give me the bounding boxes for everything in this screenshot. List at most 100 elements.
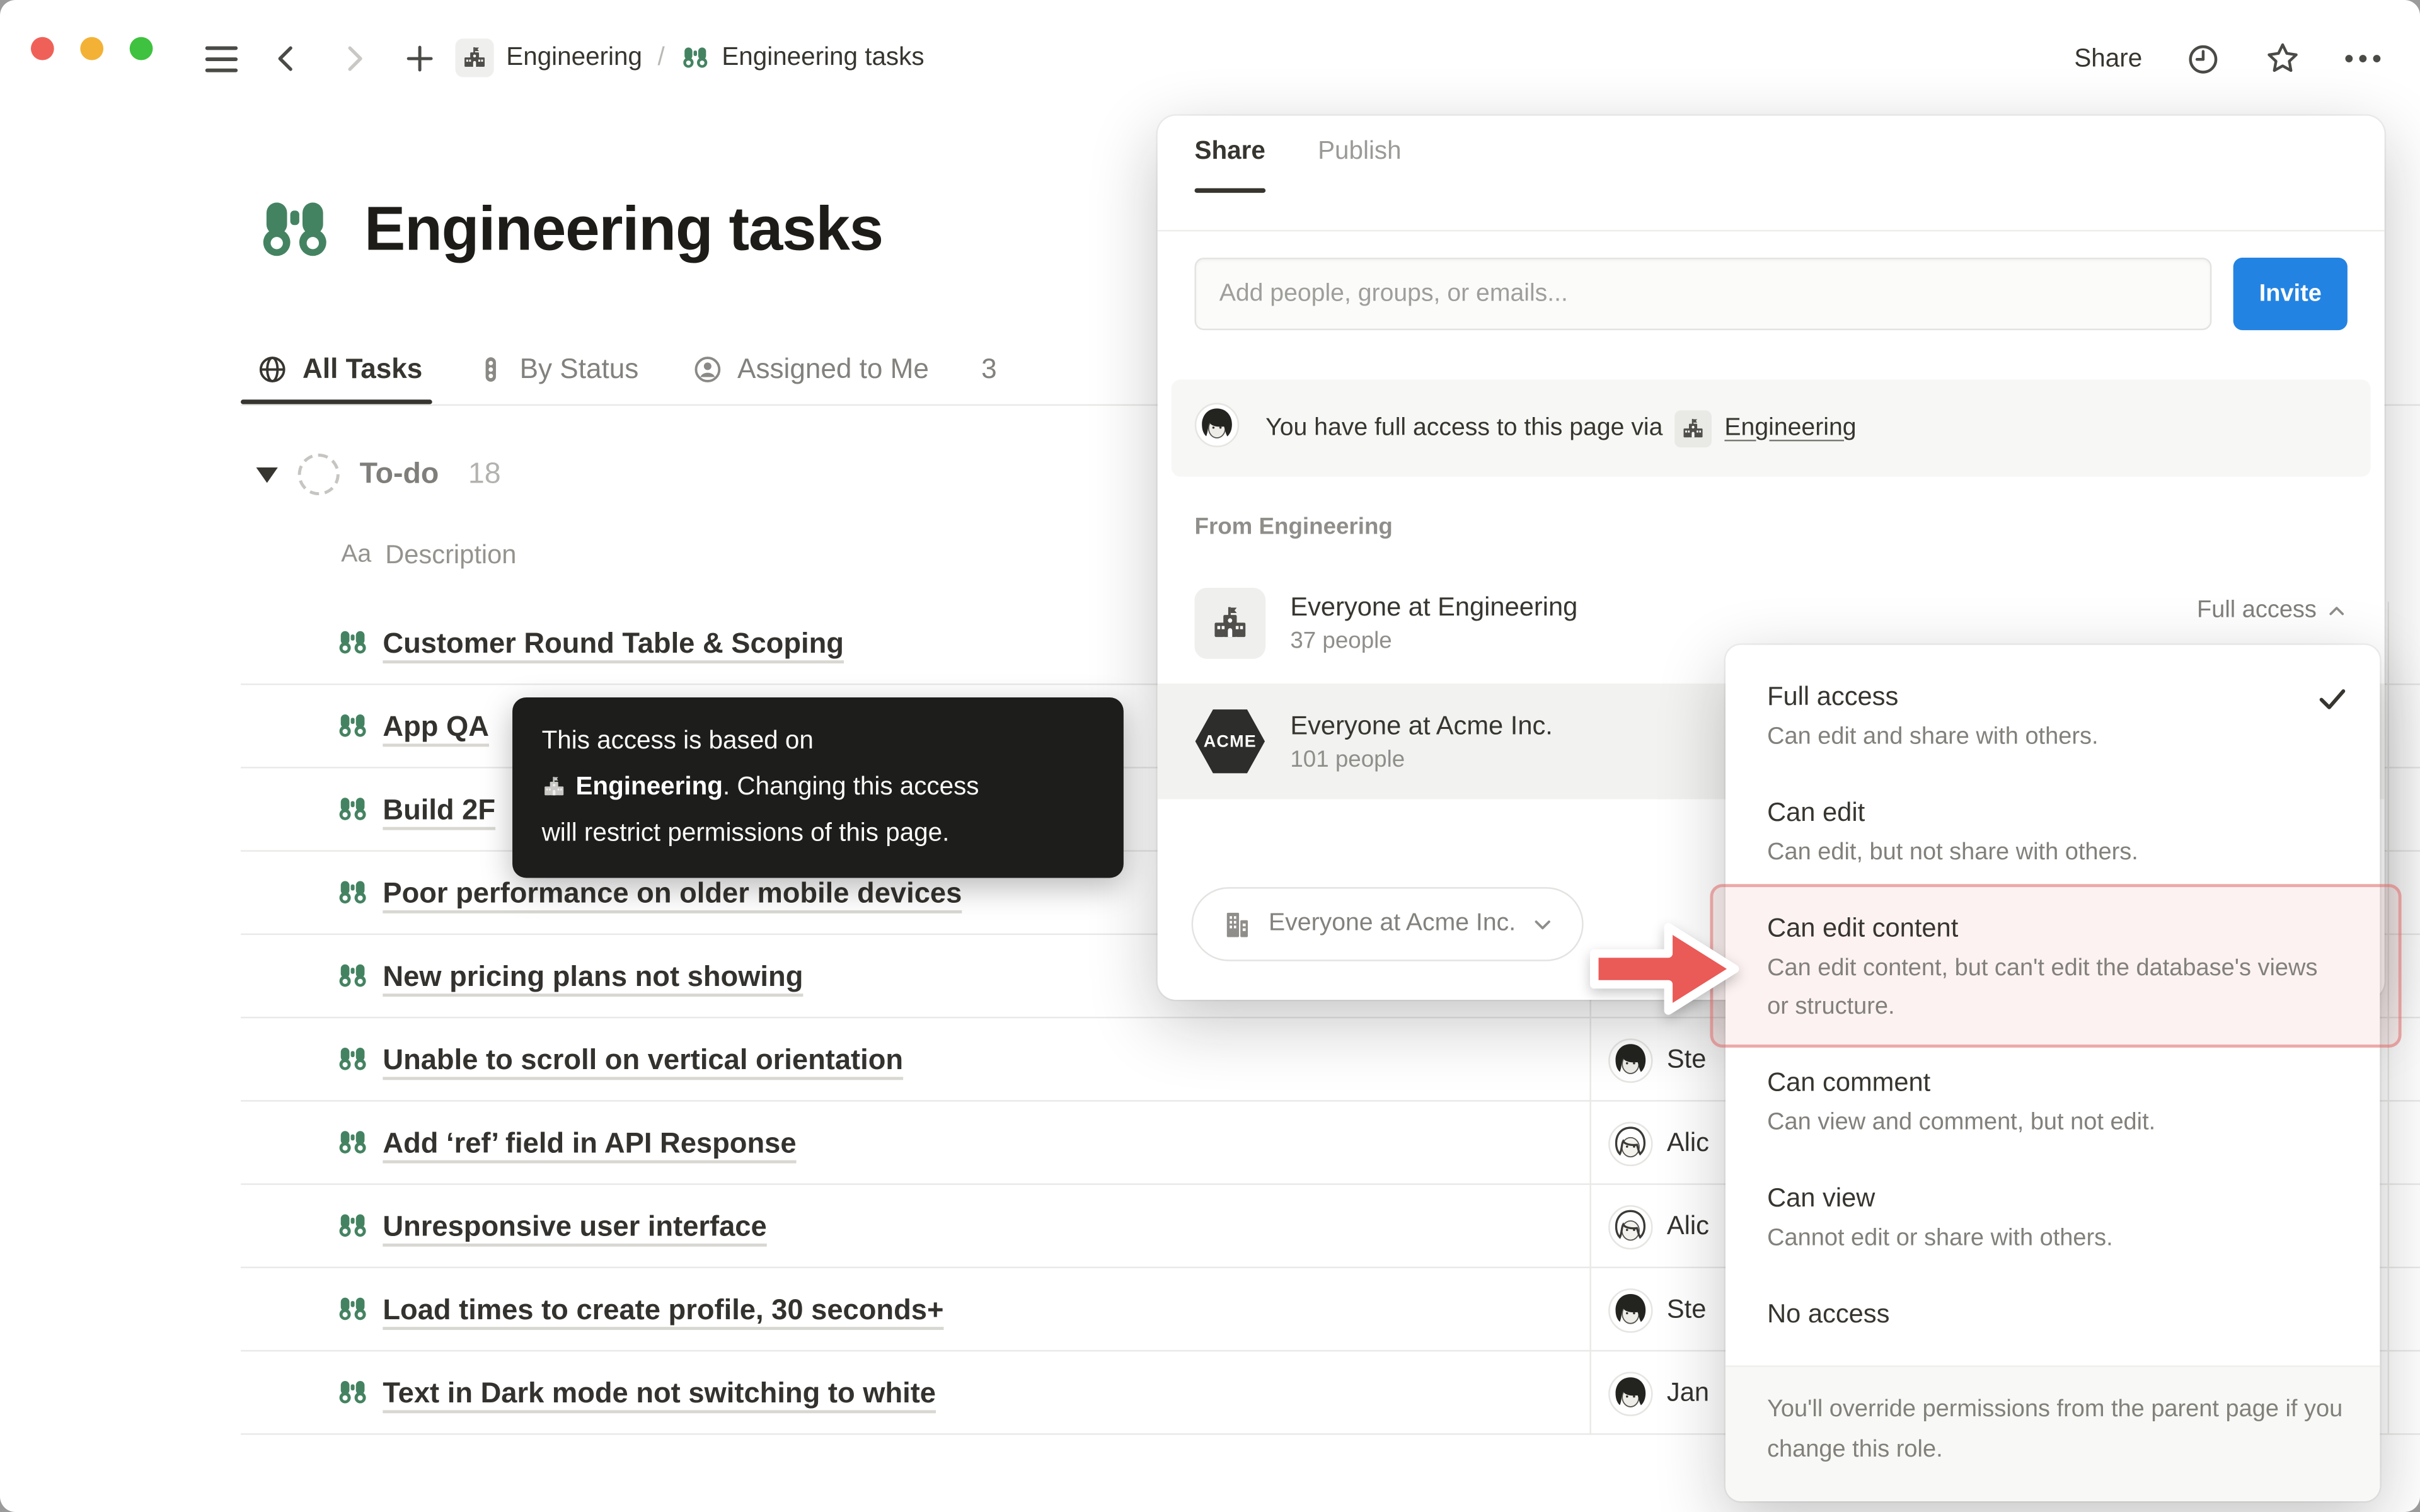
annotation-arrow-icon: [1589, 920, 1741, 1019]
group-count: 18: [468, 457, 501, 491]
binoculars-icon: [337, 793, 369, 825]
menu-item[interactable]: Can edit Can edit, but not share with ot…: [1726, 773, 2380, 889]
menu-item-description: Cannot edit or share with others.: [1767, 1219, 2342, 1257]
scope-select[interactable]: Everyone at Acme Inc.: [1192, 887, 1584, 961]
menu-item-label: Can edit content: [1767, 908, 2342, 947]
task-title[interactable]: App QA: [383, 709, 489, 743]
assignee-cell[interactable]: Alic: [1608, 1185, 1709, 1268]
column-header[interactable]: Aa Description: [341, 540, 516, 571]
chevron-down-icon: [1531, 913, 1555, 936]
assignee-cell[interactable]: Alic: [1608, 1102, 1709, 1185]
group-member-count: 37 people: [1290, 628, 1577, 655]
menu-item-description: Can view and comment, but not edit.: [1767, 1103, 2342, 1142]
scope-select-value: Everyone at Acme Inc.: [1269, 910, 1516, 938]
page-binoculars-icon[interactable]: [256, 192, 333, 268]
binoculars-icon: [680, 43, 710, 73]
office-building-icon: [1221, 908, 1253, 940]
screenshot-root: Engineering / Engineering tasks Share En…: [0, 0, 2420, 1512]
back-icon[interactable]: [270, 42, 304, 76]
school-icon: [542, 774, 567, 799]
check-icon: [2315, 682, 2349, 716]
view-tabs: All Tasks By Status Assigned to Me 3: [241, 333, 997, 404]
task-title[interactable]: Add ‘ref’ field in API Response: [383, 1126, 796, 1160]
menu-item[interactable]: No access: [1726, 1274, 2380, 1350]
dialog-tab-publish[interactable]: Publish: [1318, 137, 1402, 193]
task-title[interactable]: Unable to scroll on vertical orientation: [383, 1042, 903, 1076]
task-title[interactable]: Unresponsive user interface: [383, 1209, 766, 1243]
forward-icon[interactable]: [337, 42, 371, 76]
new-page-icon[interactable]: [403, 42, 437, 76]
assignee-cell[interactable]: Ste: [1608, 1268, 1707, 1351]
assignee-name: Alic: [1667, 1211, 1709, 1242]
assignee-cell[interactable]: Jan: [1608, 1351, 1709, 1435]
favorite-star-icon[interactable]: [2264, 40, 2302, 77]
share-button[interactable]: Share: [2074, 44, 2142, 74]
binoculars-icon: [337, 1210, 369, 1242]
window-controls: [31, 37, 153, 60]
clock-icon[interactable]: [2186, 41, 2221, 76]
acme-logo: ACME: [1195, 707, 1266, 776]
tab-truncated[interactable]: 3: [981, 333, 997, 404]
menu-item-description: Can edit content, but can't edit the dat…: [1767, 949, 2342, 1026]
task-title[interactable]: Customer Round Table & Scoping: [383, 626, 844, 660]
access-tooltip: This access is based on Engineering. Cha…: [512, 697, 1124, 878]
menu-item[interactable]: Full access Can edit and share with othe…: [1726, 657, 2380, 773]
tab-all-tasks[interactable]: All Tasks: [256, 333, 423, 404]
binoculars-icon: [337, 1293, 369, 1325]
text-type-icon: Aa: [341, 542, 371, 570]
tab-by-status[interactable]: By Status: [475, 333, 639, 404]
close-window-button[interactable]: [31, 37, 54, 60]
menu-item[interactable]: Can comment Can view and comment, but no…: [1726, 1043, 2380, 1159]
menu-item-label: Can view: [1767, 1179, 2342, 1217]
menu-item-label: Full access: [1767, 677, 2342, 716]
collapse-triangle-icon[interactable]: [256, 467, 278, 482]
task-title[interactable]: Build 2F: [383, 793, 495, 827]
invite-input[interactable]: Add people, groups, or emails...: [1195, 258, 2212, 330]
notion-window: Engineering / Engineering tasks Share En…: [0, 0, 2420, 1512]
assignee-name: Ste: [1667, 1295, 1707, 1326]
task-title[interactable]: Text in Dark mode not switching to white: [383, 1375, 936, 1409]
avatar: [1608, 1038, 1653, 1082]
assignee-name: Jan: [1667, 1378, 1709, 1409]
breadcrumb-page[interactable]: Engineering tasks: [722, 43, 924, 73]
binoculars-icon: [337, 710, 369, 742]
group-name: Everyone at Acme Inc.: [1290, 711, 1553, 742]
group-name[interactable]: To-do: [360, 457, 439, 491]
avatar: [1608, 1121, 1653, 1166]
tab-assigned-to-me[interactable]: Assigned to Me: [691, 333, 929, 404]
todo-status-icon: [298, 454, 340, 495]
dialog-tabs-divider: [1158, 230, 2385, 231]
dialog-tab-share[interactable]: Share: [1195, 137, 1265, 193]
menu-item-description: Can edit and share with others.: [1767, 718, 2342, 756]
invite-button[interactable]: Invite: [2233, 258, 2348, 330]
more-options-icon[interactable]: [2344, 54, 2382, 64]
role-menu: Full access Can edit and share with othe…: [1726, 645, 2380, 1501]
breadcrumb-parent[interactable]: Engineering: [506, 43, 642, 73]
menu-item-label: Can edit: [1767, 793, 2342, 832]
breadcrumb-separator: /: [655, 43, 668, 73]
breadcrumb: Engineering / Engineering tasks: [455, 38, 924, 77]
binoculars-icon: [337, 1376, 369, 1408]
engineering-page-link[interactable]: Engineering: [1724, 415, 1856, 442]
binoculars-icon: [337, 876, 369, 908]
page-title: Engineering tasks: [364, 195, 883, 265]
assignee-name: Alic: [1667, 1128, 1709, 1159]
menu-item[interactable]: Can view Cannot edit or share with other…: [1726, 1159, 2380, 1274]
zoom-window-button[interactable]: [130, 37, 153, 60]
assignee-name: Ste: [1667, 1045, 1707, 1075]
section-label: From Engineering: [1195, 514, 1393, 541]
menu-item[interactable]: Can edit content Can edit content, but c…: [1726, 889, 2380, 1043]
group-member-count: 101 people: [1290, 746, 1553, 772]
task-title[interactable]: New pricing plans not showing: [383, 959, 803, 993]
assignee-cell[interactable]: Ste: [1608, 1018, 1707, 1101]
avatar: [1608, 1288, 1653, 1332]
group-name: Everyone at Engineering: [1290, 592, 1577, 623]
binoculars-icon: [337, 626, 369, 658]
task-title[interactable]: Load times to create profile, 30 seconds…: [383, 1292, 943, 1326]
task-title[interactable]: Poor performance on older mobile devices: [383, 876, 962, 910]
sidebar-toggle-icon[interactable]: [204, 42, 238, 76]
minimize-window-button[interactable]: [80, 37, 103, 60]
chevron-up-icon: [2326, 600, 2348, 622]
menu-item-label: No access: [1767, 1295, 2342, 1333]
role-selector[interactable]: Full access: [2197, 597, 2348, 625]
